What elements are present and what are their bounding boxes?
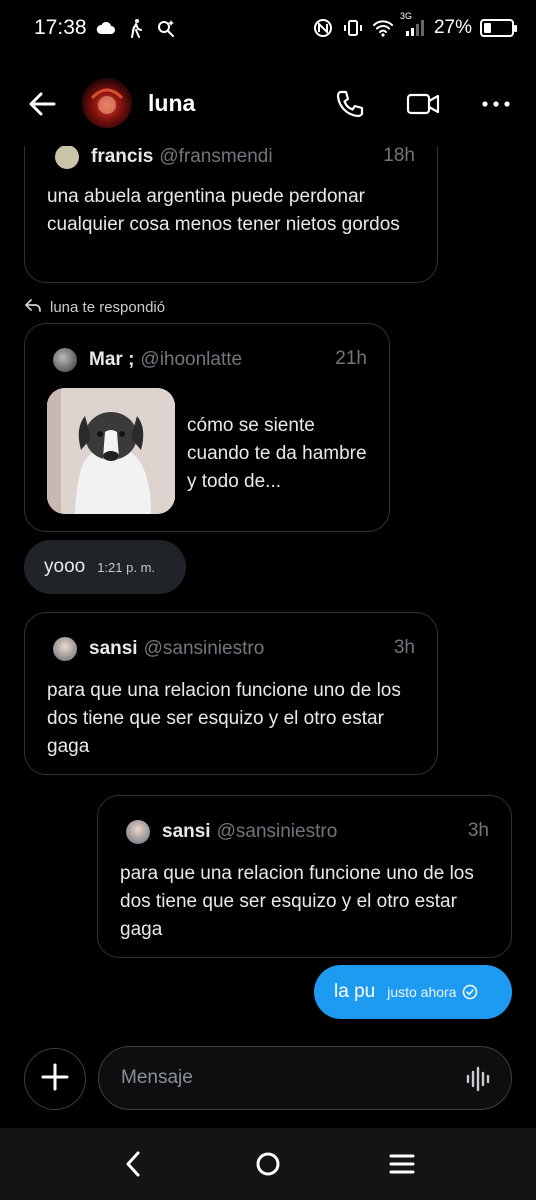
- message-timestamp: justo ahora: [387, 984, 457, 1000]
- post-time: 3h: [393, 637, 415, 658]
- message-input[interactable]: [121, 1067, 441, 1089]
- post-author-name: sansi: [162, 821, 211, 842]
- shared-post-card[interactable]: francis @fransmendi 18h una abuela argen…: [24, 140, 438, 283]
- post-text: para que una relacion funcione uno de lo…: [47, 680, 401, 757]
- reply-arrow-icon: [24, 297, 42, 317]
- received-shared-post-card[interactable]: sansi @sansiniestro 3h para que una rela…: [24, 612, 438, 775]
- search-sparkle-icon: [155, 17, 177, 39]
- received-message-bubble[interactable]: yooo 1:21 p. m.: [24, 540, 186, 594]
- signal-icon: 3G: [400, 11, 426, 39]
- post-text: cómo se siente cuando te da hambre y tod…: [187, 415, 367, 492]
- post-author-avatar: [126, 820, 150, 844]
- message-timestamp: 1:21 p. m.: [97, 559, 156, 575]
- post-author-handle: @sansiniestro: [143, 638, 265, 659]
- nav-home-icon[interactable]: [252, 1148, 284, 1180]
- post-author-handle: @fransmendi: [159, 146, 273, 167]
- call-button-icon[interactable]: [332, 86, 368, 122]
- post-time: 21h: [335, 348, 367, 369]
- conversation-header-bar: luna: [0, 72, 536, 136]
- voice-message-icon[interactable]: [465, 1065, 493, 1093]
- post-author-avatar: [55, 145, 79, 169]
- nfc-icon: [312, 17, 334, 39]
- sent-message-bubble[interactable]: la pu justo ahora: [314, 965, 512, 1019]
- wifi-icon: [372, 17, 394, 39]
- walking-icon: [125, 17, 147, 39]
- post-author-handle: @ihoonlatte: [140, 349, 243, 370]
- post-text: una abuela argentina puede perdonar cual…: [47, 186, 400, 235]
- dog-image: [47, 388, 175, 514]
- reply-indicator-text: luna te respondió: [50, 298, 166, 316]
- network-type-label: 3G: [399, 11, 412, 21]
- reply-indicator: luna te respondió: [24, 297, 165, 317]
- status-time: 17:38: [34, 16, 87, 39]
- video-button-icon[interactable]: [405, 86, 441, 122]
- post-author-name: francis: [91, 146, 154, 167]
- battery-level-fill: [484, 23, 492, 33]
- post-media-thumbnail[interactable]: [47, 388, 175, 514]
- post-text: para que una relacion funcione uno de lo…: [120, 863, 474, 940]
- nav-recents-icon[interactable]: [386, 1148, 418, 1180]
- add-attachment-button[interactable]: [24, 1048, 86, 1110]
- battery-icon: [480, 19, 517, 37]
- system-navigation-bar: [0, 1128, 536, 1200]
- post-time: 3h: [467, 820, 489, 841]
- cloud-icon: [95, 17, 117, 39]
- post-author-handle: @sansiniestro: [216, 821, 338, 842]
- quoted-post-card[interactable]: Mar ; @ihoonlatte 21h cómo se siente cua…: [24, 323, 390, 532]
- post-author-avatar: [53, 637, 77, 661]
- contact-display-name[interactable]: luna: [148, 90, 195, 117]
- nav-back-icon[interactable]: [118, 1148, 150, 1180]
- ellipsis-icon[interactable]: [478, 86, 514, 122]
- sent-shared-post-card[interactable]: sansi @sansiniestro 3h para que una rela…: [97, 795, 512, 958]
- post-time: 18h: [383, 145, 415, 166]
- battery-percent: 27%: [433, 17, 472, 38]
- post-author-name: Mar ;: [89, 349, 135, 370]
- message-text: la pu: [334, 981, 376, 1002]
- message-text: yooo: [44, 556, 86, 577]
- plus-icon: [40, 1062, 70, 1097]
- post-author-name: sansi: [89, 638, 138, 659]
- post-author-avatar: [53, 348, 77, 372]
- back-button[interactable]: [24, 86, 60, 122]
- message-composer[interactable]: [98, 1046, 512, 1110]
- seen-check-icon: [462, 984, 478, 1000]
- vibrate-icon: [342, 17, 364, 39]
- contact-avatar-image[interactable]: [82, 78, 132, 128]
- status-bar: 17:38 3G 27%: [0, 0, 536, 56]
